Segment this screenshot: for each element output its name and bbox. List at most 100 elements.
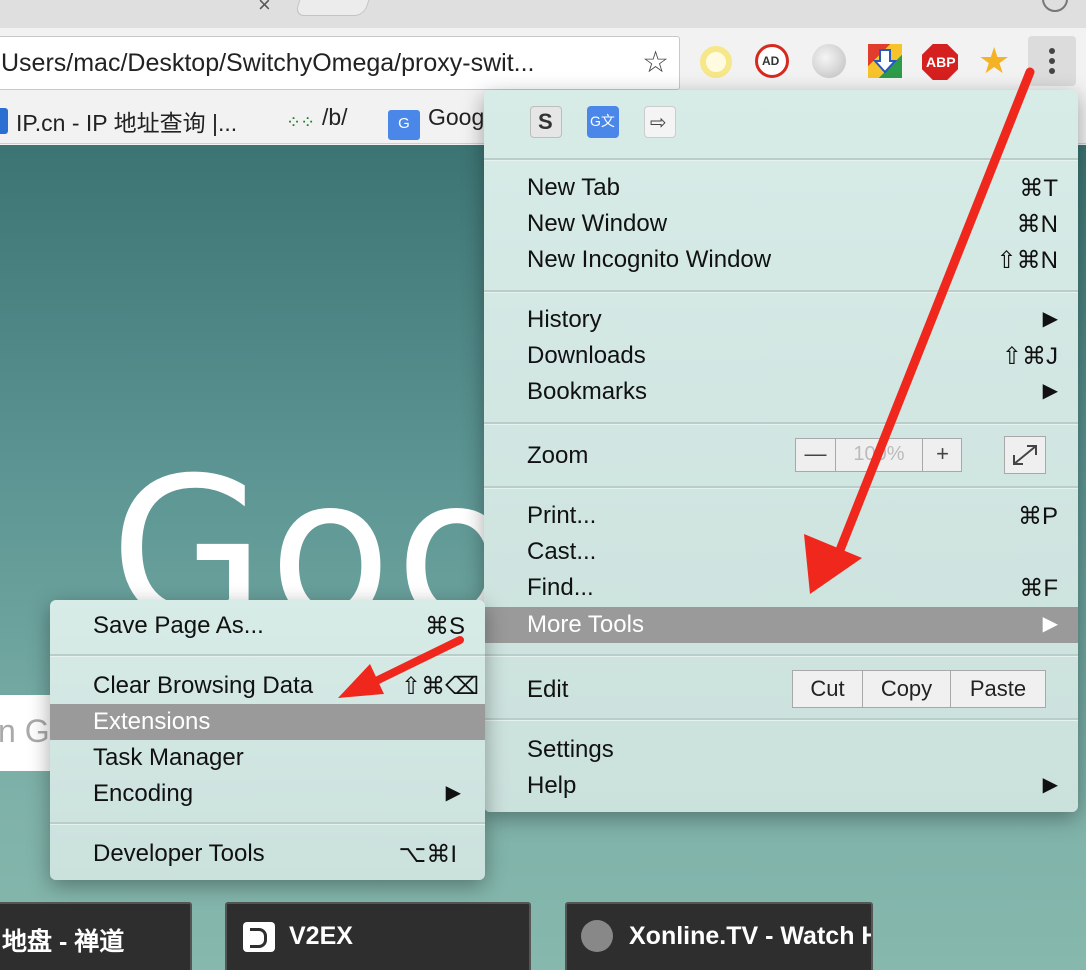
menu-dot-icon xyxy=(1049,58,1055,64)
favorite-star-icon[interactable]: ★ xyxy=(978,40,1012,81)
extension-grey-icon[interactable] xyxy=(812,44,846,78)
menu-item-more-tools[interactable]: More Tools ▶ xyxy=(484,607,1078,643)
menu-item-label: More Tools xyxy=(527,611,644,638)
bookmark-b[interactable]: ⁘⁘ /b/ xyxy=(286,104,348,142)
menu-item-shortcut: ⌘S xyxy=(424,613,465,640)
menu-separator xyxy=(484,290,1078,293)
film-reel-favicon-icon xyxy=(581,920,613,952)
menu-item-label: Save Page As... xyxy=(93,612,264,639)
menu-extension-s-icon[interactable]: S xyxy=(530,106,562,138)
menu-item-shortcut: ⌘P xyxy=(1017,503,1058,530)
abp-icon[interactable]: ABP xyxy=(922,44,958,80)
new-tab-button[interactable] xyxy=(294,0,376,16)
most-visited-tile[interactable]: 地盘 - 禅道 xyxy=(0,902,192,970)
tile-title: V2EX xyxy=(289,922,353,950)
menu-item-label: Bookmarks xyxy=(527,378,648,405)
menu-item-label: Edit xyxy=(527,676,569,703)
bookmark-label: IP.cn - IP 地址查询 |... xyxy=(16,110,238,136)
menu-item-print[interactable]: Print... ⌘P xyxy=(484,498,1078,534)
bookmark-ip-cn[interactable]: IP.cn - IP 地址查询 |... xyxy=(0,104,237,138)
menu-item-shortcut: ⌥⌘I xyxy=(398,841,457,868)
edit-buttons: Cut Copy Paste xyxy=(792,670,1046,708)
menu-item-task-manager[interactable]: Task Manager xyxy=(50,740,485,776)
menu-item-encoding[interactable]: Encoding ▶ xyxy=(50,776,485,812)
tab-strip: × xyxy=(0,0,1086,28)
menu-item-label: Print... xyxy=(527,502,597,529)
submenu-arrow-icon: ▶ xyxy=(1042,774,1058,796)
browser-toolbar: Users/mac/Desktop/SwitchyOmega/proxy-swi… xyxy=(0,28,1086,98)
menu-separator xyxy=(50,822,485,825)
menu-dot-icon xyxy=(1049,68,1055,74)
menu-item-extensions[interactable]: Extensions xyxy=(50,704,485,740)
zoom-out-button[interactable]: — xyxy=(796,439,836,471)
address-bar[interactable]: Users/mac/Desktop/SwitchyOmega/proxy-swi… xyxy=(0,36,680,90)
menu-item-help[interactable]: Help ▶ xyxy=(484,768,1078,804)
menu-item-shortcut: ⇧⌘J xyxy=(1001,343,1058,370)
paste-button[interactable]: Paste xyxy=(951,671,1045,707)
bookmark-star-icon[interactable]: ☆ xyxy=(642,45,669,80)
menu-item-label: Encoding xyxy=(93,780,194,807)
tile-title: Xonline.TV - Watch HD xyxy=(629,922,873,950)
zoom-level: 100% xyxy=(853,443,905,465)
submenu-arrow-icon: ▶ xyxy=(1042,380,1058,402)
menu-dot-icon xyxy=(1049,48,1055,54)
extension-ring-icon[interactable] xyxy=(700,46,732,78)
ip-cn-favicon-icon xyxy=(0,108,8,134)
zoom-in-button[interactable]: + xyxy=(922,439,962,471)
submenu-arrow-icon: ▶ xyxy=(445,782,461,804)
menu-item-label: Downloads xyxy=(527,342,646,369)
fullscreen-button[interactable] xyxy=(1004,436,1046,474)
menu-separator xyxy=(484,422,1078,425)
menu-item-downloads[interactable]: Downloads ⇧⌘J xyxy=(484,338,1078,374)
menu-item-label: New Tab xyxy=(527,174,620,201)
tab-close-icon[interactable]: × xyxy=(258,0,271,18)
menu-extension-translate-icon[interactable]: G文 xyxy=(587,106,619,138)
menu-item-label: New Window xyxy=(527,210,668,237)
most-visited-tile[interactable]: Xonline.TV - Watch HD xyxy=(565,902,873,970)
menu-separator xyxy=(50,654,485,657)
menu-item-cast[interactable]: Cast... xyxy=(484,534,1078,570)
google-translate-favicon-icon: G xyxy=(388,110,420,140)
zoom-controls: — 100% + xyxy=(795,438,962,472)
more-tools-submenu: Save Page As... ⌘S Clear Browsing Data ⇧… xyxy=(50,600,485,880)
menu-item-shortcut: ⌘F xyxy=(1019,575,1058,602)
menu-separator xyxy=(484,718,1078,721)
chrome-main-menu: S G文 ⇨ New Tab ⌘T New Window ⌘N New Inco… xyxy=(484,90,1078,812)
copy-button[interactable]: Copy xyxy=(863,671,951,707)
menu-item-label: Clear Browsing Data xyxy=(93,672,314,699)
menu-item-find[interactable]: Find... ⌘F xyxy=(484,570,1078,606)
menu-item-bookmarks[interactable]: Bookmarks ▶ xyxy=(484,374,1078,410)
bookmark-label: /b/ xyxy=(322,104,348,130)
menu-extension-arrow-label: ⇨ xyxy=(650,112,667,134)
menu-item-save-page-as[interactable]: Save Page As... ⌘S xyxy=(50,608,485,644)
abp-label: ABP xyxy=(926,54,956,70)
menu-item-new-window[interactable]: New Window ⌘N xyxy=(484,206,1078,242)
menu-extension-arrow-icon[interactable]: ⇨ xyxy=(644,106,676,138)
menu-item-zoom: Zoom xyxy=(484,438,1078,474)
submenu-arrow-icon: ▶ xyxy=(1042,308,1058,330)
bookmark-google-translate[interactable]: G Goog xyxy=(388,104,484,140)
menu-item-label: History xyxy=(527,306,602,333)
menu-item-shortcut: ⇧⌘⌫ xyxy=(400,673,479,700)
menu-item-settings[interactable]: Settings xyxy=(484,732,1078,768)
menu-item-shortcut: ⌘T xyxy=(1019,175,1058,202)
menu-item-label: Developer Tools xyxy=(93,840,265,867)
most-visited-tile[interactable]: V2EX xyxy=(225,902,531,970)
menu-item-new-incognito-window[interactable]: New Incognito Window ⇧⌘N xyxy=(484,242,1078,278)
bookmark-label: Goog xyxy=(428,104,485,130)
profile-icon[interactable] xyxy=(1042,0,1068,12)
menu-item-new-tab[interactable]: New Tab ⌘T xyxy=(484,170,1078,206)
menu-item-developer-tools[interactable]: Developer Tools ⌥⌘I xyxy=(50,836,485,872)
cut-button[interactable]: Cut xyxy=(793,671,863,707)
menu-item-clear-browsing-data[interactable]: Clear Browsing Data ⇧⌘⌫ xyxy=(50,668,485,704)
menu-item-label: Extensions xyxy=(93,708,211,735)
adblock-plus-icon[interactable]: AD xyxy=(755,44,789,78)
menu-item-label: Settings xyxy=(527,736,614,763)
download-extension-icon[interactable] xyxy=(868,44,902,78)
chrome-menu-button[interactable] xyxy=(1028,36,1076,86)
menu-extension-s-label: S xyxy=(538,109,553,134)
menu-item-history[interactable]: History ▶ xyxy=(484,302,1078,338)
address-bar-url[interactable]: Users/mac/Desktop/SwitchyOmega/proxy-swi… xyxy=(1,49,619,78)
menu-separator xyxy=(484,486,1078,489)
v2ex-favicon-icon xyxy=(243,922,275,952)
